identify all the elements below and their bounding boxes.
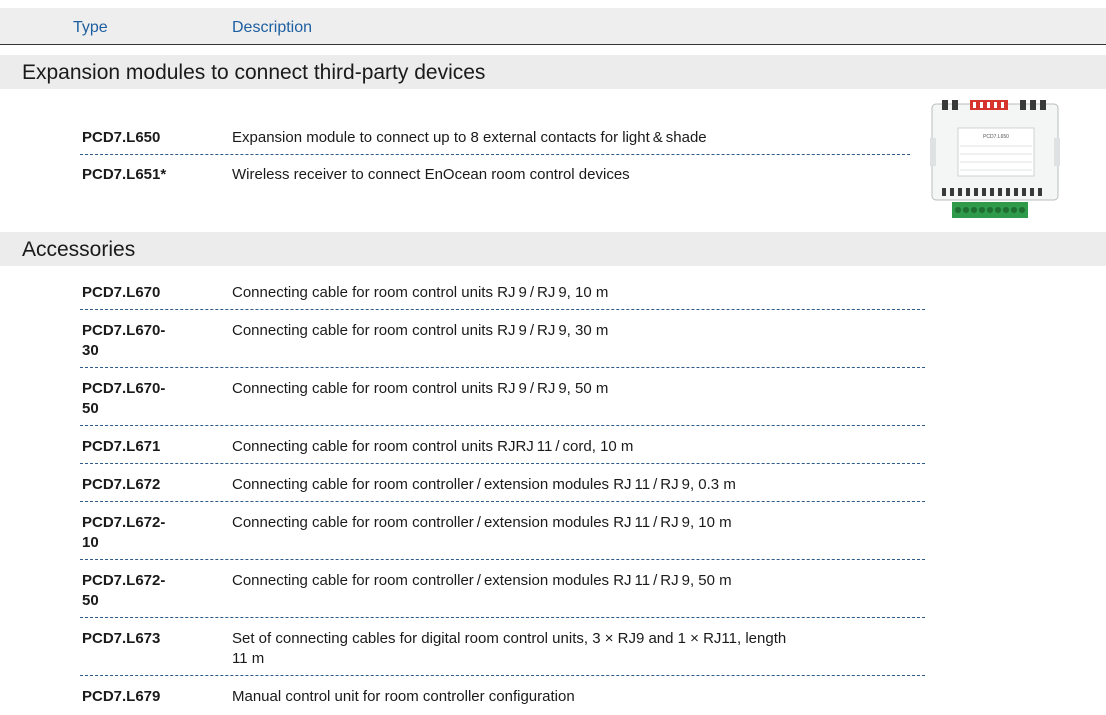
table-header: Type Description	[0, 8, 1106, 45]
row-type: PCD7.L650	[82, 129, 161, 146]
row-type: PCD7.L672	[82, 476, 161, 493]
row-divider	[80, 675, 925, 676]
row-description: Wireless receiver to connect EnOcean roo…	[232, 166, 630, 183]
row-description: Connecting cable for room controller / e…	[232, 476, 736, 493]
column-header-type: Type	[73, 19, 108, 36]
row-type: PCD7.L651*	[82, 166, 167, 183]
row-divider	[80, 501, 925, 502]
row-divider	[80, 309, 925, 310]
row-description: Connecting cable for room control units …	[232, 284, 609, 301]
row-type: PCD7.L672- 50	[82, 572, 166, 609]
row-divider	[80, 463, 925, 464]
row-description: Connecting cable for room controller / e…	[232, 572, 732, 589]
row-description: Expansion module to connect up to 8 exte…	[232, 129, 707, 146]
row-type: PCD7.L670- 50	[82, 380, 166, 417]
row-description: Connecting cable for room controller / e…	[232, 514, 732, 531]
product-image: PCD7.L650	[930, 98, 1060, 222]
row-description: Connecting cable for room control units …	[232, 380, 609, 397]
row-description: Connecting cable for room control units …	[232, 438, 634, 455]
row-description: Connecting cable for room control units …	[232, 322, 609, 339]
row-divider	[80, 559, 925, 560]
row-description: Set of connecting cables for digital roo…	[232, 630, 787, 667]
row-divider	[80, 367, 925, 368]
section-title-accessories: Accessories	[0, 232, 1106, 266]
column-header-description: Description	[232, 19, 313, 36]
row-type: PCD7.L679	[82, 688, 161, 705]
row-divider	[80, 154, 910, 155]
row-type: PCD7.L673	[82, 630, 161, 647]
row-type: PCD7.L670- 30	[82, 322, 166, 359]
row-type: PCD7.L672- 10	[82, 514, 166, 551]
section-title-expansion-modules: Expansion modules to connect third-party…	[0, 55, 1106, 89]
svg-text:PCD7.L650: PCD7.L650	[983, 134, 1009, 140]
row-divider	[80, 617, 925, 618]
row-divider	[80, 425, 925, 426]
row-type: PCD7.L671	[82, 438, 161, 455]
row-description: Manual control unit for room controller …	[232, 688, 575, 705]
row-type: PCD7.L670	[82, 284, 161, 301]
